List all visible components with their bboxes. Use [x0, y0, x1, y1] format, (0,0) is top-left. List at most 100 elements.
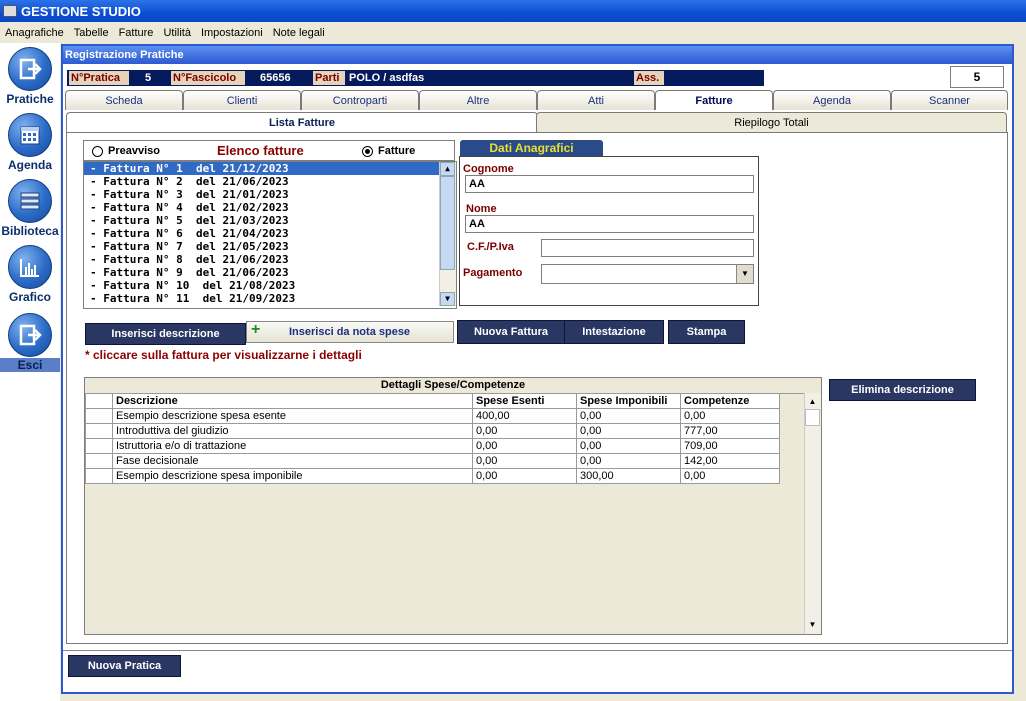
invoice-list[interactable]: - Fattura N° 1 del 21/12/2023 - Fattura … — [83, 161, 457, 309]
chevron-down-icon[interactable]: ▼ — [736, 265, 753, 283]
cell-descrizione[interactable]: Introduttiva del giudizio — [112, 423, 473, 439]
scroll-thumb[interactable] — [805, 409, 820, 426]
sidebar-item-label: Esci — [0, 358, 60, 372]
sidebar-item-pratiche[interactable]: Pratiche — [0, 47, 60, 106]
row-selector[interactable] — [85, 453, 113, 469]
radio-button — [92, 145, 103, 157]
tab-controparti[interactable]: Controparti — [301, 90, 419, 110]
column-header: Spese Esenti — [472, 393, 577, 409]
cell-spese-imponibili[interactable]: 0,00 — [576, 423, 681, 439]
cell-spese-imponibili[interactable]: 0,00 — [576, 408, 681, 424]
tab-clienti[interactable]: Clienti — [183, 90, 301, 110]
invoice-list-title: Elenco fatture — [217, 143, 304, 158]
tab-atti[interactable]: Atti — [537, 90, 655, 110]
pratica-value: 5 — [145, 72, 152, 84]
menu-fatture[interactable]: Fatture — [114, 27, 159, 39]
radio-fatture[interactable]: Fatture — [362, 145, 415, 157]
tab-agenda[interactable]: Agenda — [773, 90, 891, 110]
nuova-pratica-button[interactable]: Nuova Pratica — [68, 655, 181, 677]
pagamento-select[interactable]: ▼ — [541, 264, 754, 284]
sidebar-item-esci[interactable]: Esci — [0, 313, 60, 372]
pagamento-label: Pagamento — [463, 267, 523, 279]
table-row[interactable]: Fase decisionale 0,00 0,00 142,00 — [85, 453, 780, 469]
row-selector[interactable] — [85, 438, 113, 454]
scroll-up-icon[interactable]: ▲ — [805, 395, 820, 409]
cell-spese-imponibili[interactable]: 0,00 — [576, 453, 681, 469]
elimina-descrizione-button[interactable]: Elimina descrizione — [829, 379, 976, 401]
list-item[interactable]: - Fattura N° 1 del 21/12/2023 — [84, 162, 456, 175]
cell-spese-esenti[interactable]: 0,00 — [472, 468, 577, 484]
row-selector[interactable] — [85, 423, 113, 439]
list-item[interactable]: - Fattura N° 11 del 21/09/2023 — [84, 292, 456, 305]
sidebar-item-grafico[interactable]: Grafico — [0, 245, 60, 304]
scroll-up-icon[interactable]: ▲ — [440, 162, 455, 176]
column-header: Descrizione — [112, 393, 473, 409]
exit-icon — [8, 47, 52, 91]
menu-utilita[interactable]: Utilità — [158, 27, 196, 39]
menu-impostazioni[interactable]: Impostazioni — [196, 27, 268, 39]
subtab-lista-fatture[interactable]: Lista Fatture — [66, 112, 538, 133]
scroll-down-icon[interactable]: ▼ — [805, 618, 820, 632]
table-row[interactable]: Esempio descrizione spesa esente 400,00 … — [85, 408, 780, 424]
inserisci-nota-spese-button[interactable]: + Inserisci da nota spese — [246, 321, 454, 343]
menu-note-legali[interactable]: Note legali — [268, 27, 330, 39]
cell-spese-esenti[interactable]: 0,00 — [472, 423, 577, 439]
row-selector[interactable] — [85, 408, 113, 424]
tab-fatture[interactable]: Fatture — [655, 90, 773, 110]
fascicolo-value: 65656 — [260, 72, 291, 84]
tab-scanner[interactable]: Scanner — [891, 90, 1008, 110]
books-icon — [8, 179, 52, 223]
cell-spese-esenti[interactable]: 400,00 — [472, 408, 577, 424]
nuova-fattura-button[interactable]: Nuova Fattura — [457, 320, 565, 344]
cell-competenze[interactable]: 142,00 — [680, 453, 780, 469]
list-item[interactable]: - Fattura N° 5 del 21/03/2023 — [84, 214, 456, 227]
cell-descrizione[interactable]: Esempio descrizione spesa esente — [112, 408, 473, 424]
menu-tabelle[interactable]: Tabelle — [69, 27, 114, 39]
cell-spese-imponibili[interactable]: 0,00 — [576, 438, 681, 454]
cf-piva-field[interactable] — [541, 239, 754, 257]
invoice-list-scrollbar[interactable]: ▲ ▼ — [439, 162, 456, 306]
stampa-button[interactable]: Stampa — [668, 320, 745, 344]
sidebar-item-biblioteca[interactable]: Biblioteca — [0, 179, 60, 238]
list-item[interactable]: - Fattura N° 3 del 21/01/2023 — [84, 188, 456, 201]
row-selector[interactable] — [85, 468, 113, 484]
cell-spese-imponibili[interactable]: 300,00 — [576, 468, 681, 484]
intestazione-button[interactable]: Intestazione — [564, 320, 664, 344]
scroll-down-icon[interactable]: ▼ — [440, 292, 455, 306]
inserisci-descrizione-button[interactable]: Inserisci descrizione — [85, 323, 246, 345]
cell-competenze[interactable]: 709,00 — [680, 438, 780, 454]
menu-anagrafiche[interactable]: Anagrafiche — [0, 27, 69, 39]
scroll-thumb[interactable] — [440, 176, 455, 270]
cell-descrizione[interactable]: Esempio descrizione spesa imponibile — [112, 468, 473, 484]
app-title-bar: GESTIONE STUDIO — [0, 0, 1026, 22]
tab-altre[interactable]: Altre — [419, 90, 537, 110]
cognome-field[interactable]: AA — [465, 175, 754, 193]
details-scrollbar[interactable]: ▲ ▼ — [804, 393, 821, 634]
details-table: Descrizione Spese Esenti Spese Imponibil… — [85, 393, 780, 484]
sidebar-item-agenda[interactable]: Agenda — [0, 113, 60, 172]
tab-scheda[interactable]: Scheda — [65, 90, 183, 110]
table-row[interactable]: Esempio descrizione spesa imponibile 0,0… — [85, 468, 780, 484]
app-icon — [3, 5, 17, 17]
cell-descrizione[interactable]: Istruttoria e/o di trattazione — [112, 438, 473, 454]
cell-competenze[interactable]: 777,00 — [680, 423, 780, 439]
subtab-riepilogo-totali[interactable]: Riepilogo Totali — [536, 112, 1007, 133]
cell-competenze[interactable]: 0,00 — [680, 408, 780, 424]
table-row[interactable]: Introduttiva del giudizio 0,00 0,00 777,… — [85, 423, 780, 439]
table-row[interactable]: Istruttoria e/o di trattazione 0,00 0,00… — [85, 438, 780, 454]
list-item[interactable]: - Fattura N° 4 del 21/02/2023 — [84, 201, 456, 214]
sidebar: Pratiche Agenda Biblioteca Grafico Esci — [0, 43, 60, 701]
radio-preavviso[interactable]: Preavviso — [92, 145, 160, 157]
window-title: Registrazione Pratiche — [63, 46, 1012, 64]
cell-spese-esenti[interactable]: 0,00 — [472, 453, 577, 469]
nome-field[interactable]: AA — [465, 215, 754, 233]
list-item[interactable]: - Fattura N° 6 del 21/04/2023 — [84, 227, 456, 240]
list-item[interactable]: - Fattura N° 10 del 21/08/2023 — [84, 279, 456, 292]
list-item[interactable]: - Fattura N° 8 del 21/06/2023 — [84, 253, 456, 266]
cell-competenze[interactable]: 0,00 — [680, 468, 780, 484]
list-item[interactable]: - Fattura N° 7 del 21/05/2023 — [84, 240, 456, 253]
cell-spese-esenti[interactable]: 0,00 — [472, 438, 577, 454]
list-item[interactable]: - Fattura N° 2 del 21/06/2023 — [84, 175, 456, 188]
list-item[interactable]: - Fattura N° 9 del 21/06/2023 — [84, 266, 456, 279]
cell-descrizione[interactable]: Fase decisionale — [112, 453, 473, 469]
